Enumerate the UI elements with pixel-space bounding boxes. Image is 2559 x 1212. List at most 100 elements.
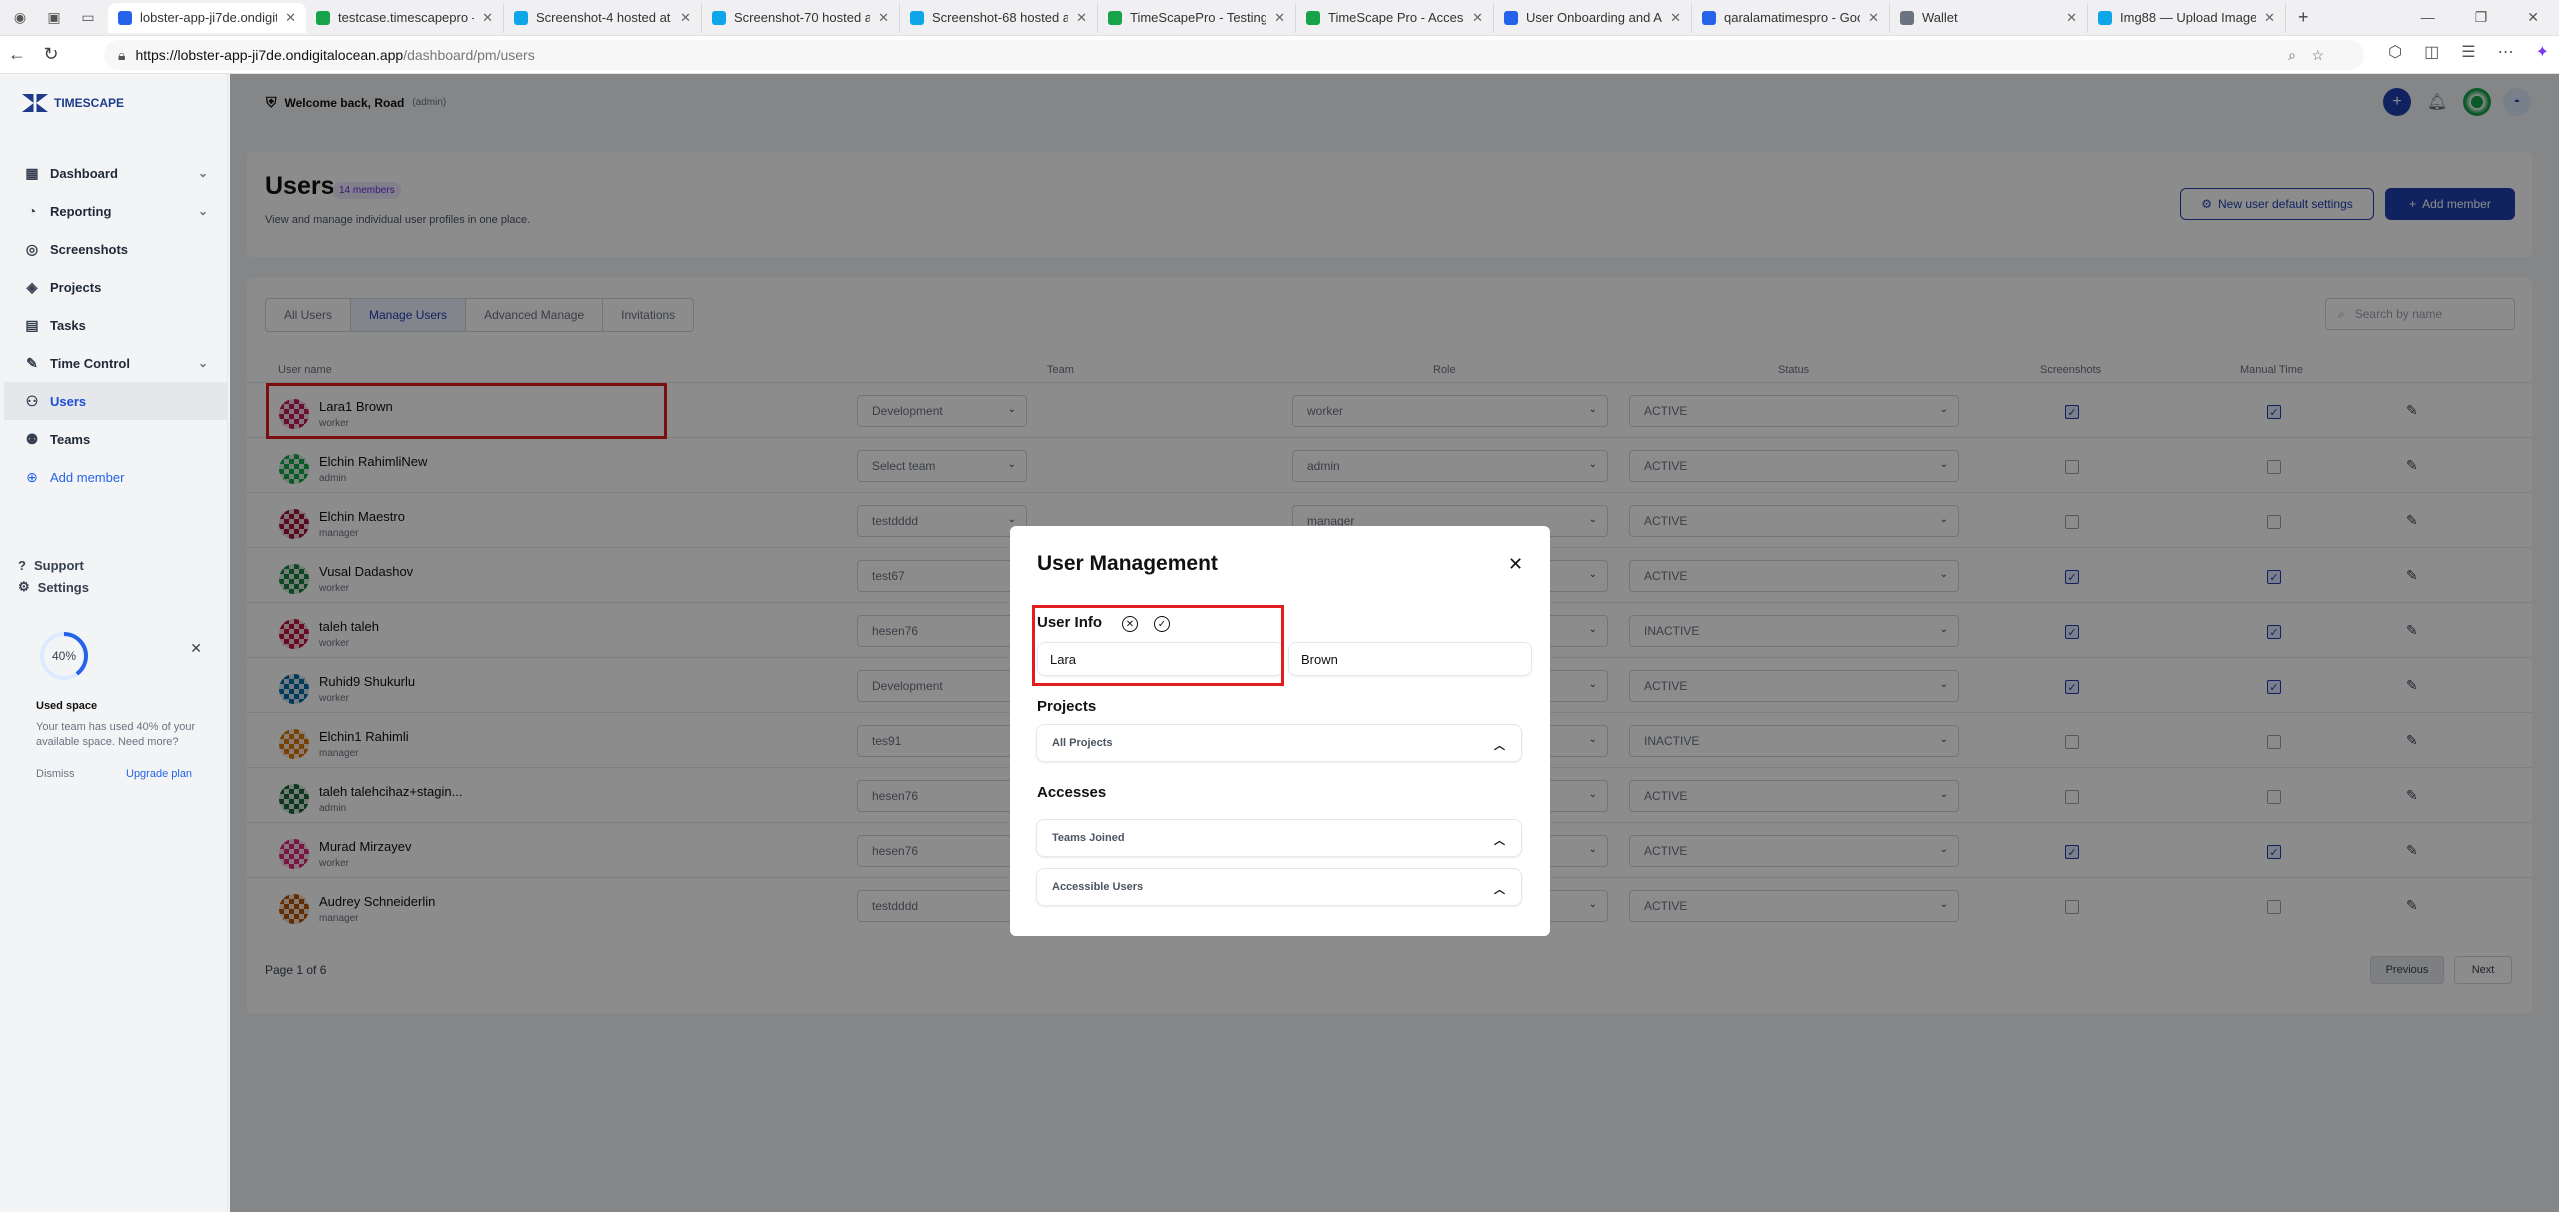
tab-favicon-icon bbox=[712, 10, 726, 25]
usage-percent: 40% bbox=[51, 649, 77, 663]
tab-favicon-icon bbox=[514, 10, 528, 25]
sidebar: TIMESCAPE ▦ Dashboard ⌄ ◔ Reporting ⌄ ◎ Screens… bbox=[4, 74, 228, 1212]
zoom-icon[interactable]: ⌕ bbox=[2288, 47, 2296, 64]
tab-close-icon[interactable]: ✕ bbox=[2264, 10, 2275, 26]
tab-close-icon[interactable]: ✕ bbox=[1670, 10, 1681, 26]
logo[interactable]: TIMESCAPE bbox=[22, 94, 124, 112]
tab-close-icon[interactable]: ✕ bbox=[2066, 10, 2077, 26]
restore-icon[interactable]: ❐ bbox=[2475, 9, 2488, 26]
tab-close-icon[interactable]: ✕ bbox=[1472, 10, 1483, 26]
profile-icon[interactable]: ◉ bbox=[10, 8, 30, 28]
sidebar-item-label: Screenshots bbox=[50, 241, 129, 257]
dismiss-link[interactable]: Dismiss bbox=[36, 768, 75, 780]
minimize-icon[interactable]: — bbox=[2421, 9, 2435, 26]
tab-actions-icon[interactable]: ▭ bbox=[78, 8, 98, 28]
highlight-box-user-info bbox=[1032, 605, 1284, 686]
tab-close-icon[interactable]: ✕ bbox=[680, 10, 691, 26]
projects-value: All Projects bbox=[1052, 737, 1113, 749]
refresh-icon[interactable]: ↻ bbox=[34, 44, 68, 65]
chevron-down-icon: ⌄ bbox=[197, 204, 208, 218]
support-link[interactable]: ? Support bbox=[18, 554, 89, 576]
split-screen-icon[interactable]: ◫ bbox=[2424, 42, 2439, 62]
teams-joined-label: Teams Joined bbox=[1052, 832, 1125, 844]
tab-close-icon[interactable]: ✕ bbox=[878, 10, 889, 26]
url-path: /dashboard/pm/users bbox=[403, 47, 535, 63]
chevron-up-icon: ︿ bbox=[1494, 740, 1505, 752]
projects-label: Projects bbox=[1037, 698, 1097, 715]
browser-tab[interactable]: Screenshot-68 hosted at ImgBB ✕ bbox=[900, 2, 1098, 33]
browser-tab-title: Img88 — Upload Image bbox=[2120, 10, 2257, 25]
tab-close-icon[interactable]: ✕ bbox=[1868, 10, 1879, 26]
sidebar-item-projects[interactable]: ◈ Projects bbox=[4, 268, 228, 306]
tab-favicon-icon bbox=[910, 10, 924, 25]
favorites-icon[interactable]: ☰ bbox=[2461, 42, 2475, 62]
browser-tab[interactable]: User Onboarding and Activation ✕ bbox=[1494, 2, 1692, 33]
browser-tab[interactable]: Wallet ✕ bbox=[1890, 2, 2088, 33]
chevron-up-icon: ︿ bbox=[1494, 835, 1505, 847]
new-tab-button[interactable]: + bbox=[2286, 7, 2321, 28]
sidebar-item-screenshots[interactable]: ◎ Screenshots bbox=[4, 230, 228, 268]
back-icon[interactable]: ← bbox=[0, 44, 34, 65]
teams-joined-accordion[interactable]: Teams Joined ︿ bbox=[1036, 819, 1522, 857]
more-menu-icon[interactable]: ⋯ bbox=[2498, 42, 2514, 62]
grid-icon: ▦ bbox=[25, 164, 39, 181]
projects-dropdown[interactable]: All Projects ︿ bbox=[1036, 724, 1522, 762]
browser-tab[interactable]: testcase.timescapepro - Google Sheets ✕ bbox=[306, 2, 504, 33]
tab-close-icon[interactable]: ✕ bbox=[285, 10, 296, 26]
close-window-icon[interactable]: ✕ bbox=[2527, 9, 2539, 26]
browser-tab-strip: ◉ ▣ ▭ lobster-app-ji7de.ondigitalocean.a… bbox=[0, 0, 2559, 36]
favorite-star-icon[interactable]: ☆ bbox=[2311, 47, 2324, 64]
browser-tab[interactable]: Screenshot-4 hosted at ImgBB ✕ bbox=[504, 2, 702, 33]
tab-favicon-icon bbox=[316, 10, 330, 25]
close-icon[interactable]: ✕ bbox=[190, 640, 202, 657]
tab-close-icon[interactable]: ✕ bbox=[1076, 10, 1087, 26]
settings-label: Settings bbox=[37, 579, 89, 595]
sidebar-item-dashboard[interactable]: ▦ Dashboard ⌄ bbox=[4, 154, 228, 192]
sidebar-nav: ▦ Dashboard ⌄ ◔ Reporting ⌄ ◎ Screenshots ◈ Proje… bbox=[4, 154, 228, 496]
last-name-field[interactable]: Brown bbox=[1288, 642, 1532, 676]
close-icon[interactable]: ✕ bbox=[1508, 554, 1523, 575]
browser-tab[interactable]: TimeScapePro - Testing Sheet ✕ bbox=[1098, 2, 1296, 33]
brand-name: TIMESCAPE bbox=[54, 96, 125, 110]
sidebar-item-label: Teams bbox=[50, 431, 91, 447]
tab-favicon-icon bbox=[1702, 10, 1716, 25]
settings-link[interactable]: ⚙ Settings bbox=[18, 576, 89, 598]
sidebar-add-member[interactable]: ⊕ Add member bbox=[4, 458, 228, 496]
sidebar-item-reporting[interactable]: ◔ Reporting ⌄ bbox=[4, 192, 228, 230]
browser-tab-title: testcase.timescapepro - Google Sheets bbox=[338, 10, 474, 25]
lock-icon: 🔒︎ bbox=[118, 46, 126, 63]
tab-close-icon[interactable]: ✕ bbox=[482, 10, 493, 26]
tab-favicon-icon bbox=[1108, 10, 1122, 25]
url-host: https://lobster-app-ji7de.ondigitalocean… bbox=[135, 47, 404, 63]
browser-tab[interactable]: qaralamatimespro - Google Sheets ✕ bbox=[1692, 2, 1890, 33]
user-management-modal: User Management ✕ User Info ✕ ✓ Lara Bro… bbox=[1010, 526, 1550, 936]
modal-title: User Management bbox=[1037, 552, 1218, 575]
tab-favicon-icon bbox=[118, 10, 132, 25]
upgrade-plan-link[interactable]: Upgrade plan bbox=[126, 768, 192, 780]
sidebar-item-users[interactable]: ⚇ Users bbox=[4, 382, 228, 420]
layers-icon: ◈ bbox=[26, 278, 38, 295]
tab-close-icon[interactable]: ✕ bbox=[1274, 10, 1285, 26]
accessible-users-accordion[interactable]: Accessible Users ︿ bbox=[1036, 868, 1522, 906]
chevron-down-icon: ⌄ bbox=[197, 166, 208, 180]
support-section: ? Support ⚙ Settings bbox=[18, 554, 89, 598]
url-field[interactable]: 🔒︎ https://lobster-app-ji7de.ondigitaloc… bbox=[104, 40, 2364, 70]
copilot-icon[interactable]: ✦ bbox=[2536, 42, 2549, 62]
sidebar-item-time-control[interactable]: ✎ Time Control ⌄ bbox=[4, 344, 228, 382]
last-name-value: Brown bbox=[1301, 651, 1338, 667]
camera-icon: ◎ bbox=[25, 240, 39, 257]
browser-tab[interactable]: Screenshot-70 hosted at ImgBB ✕ bbox=[702, 2, 900, 33]
browser-tab[interactable]: TimeScape Pro - Access matrix ✕ bbox=[1296, 2, 1494, 33]
accesses-label: Accesses bbox=[1037, 784, 1107, 801]
browser-tab[interactable]: lobster-app-ji7de.ondigitalocean.app ✕ bbox=[108, 2, 306, 33]
sidebar-item-teams[interactable]: ⚉ Teams bbox=[4, 420, 228, 458]
browser-tab-title: TimeScape Pro - Access matrix bbox=[1328, 10, 1464, 25]
sidebar-add-member-label: Add member bbox=[50, 469, 125, 485]
workspaces-icon[interactable]: ▣ bbox=[44, 8, 64, 28]
extensions-icon[interactable]: ⬡ bbox=[2388, 42, 2402, 62]
browser-tab-title: Screenshot-4 hosted at ImgBB bbox=[536, 10, 672, 25]
gear-icon: ⚙ bbox=[18, 579, 30, 594]
sidebar-item-tasks[interactable]: ▤ Tasks bbox=[4, 306, 228, 344]
browser-tab[interactable]: Img88 — Upload Image ✕ bbox=[2088, 2, 2286, 33]
logo-mark-icon bbox=[22, 94, 48, 112]
